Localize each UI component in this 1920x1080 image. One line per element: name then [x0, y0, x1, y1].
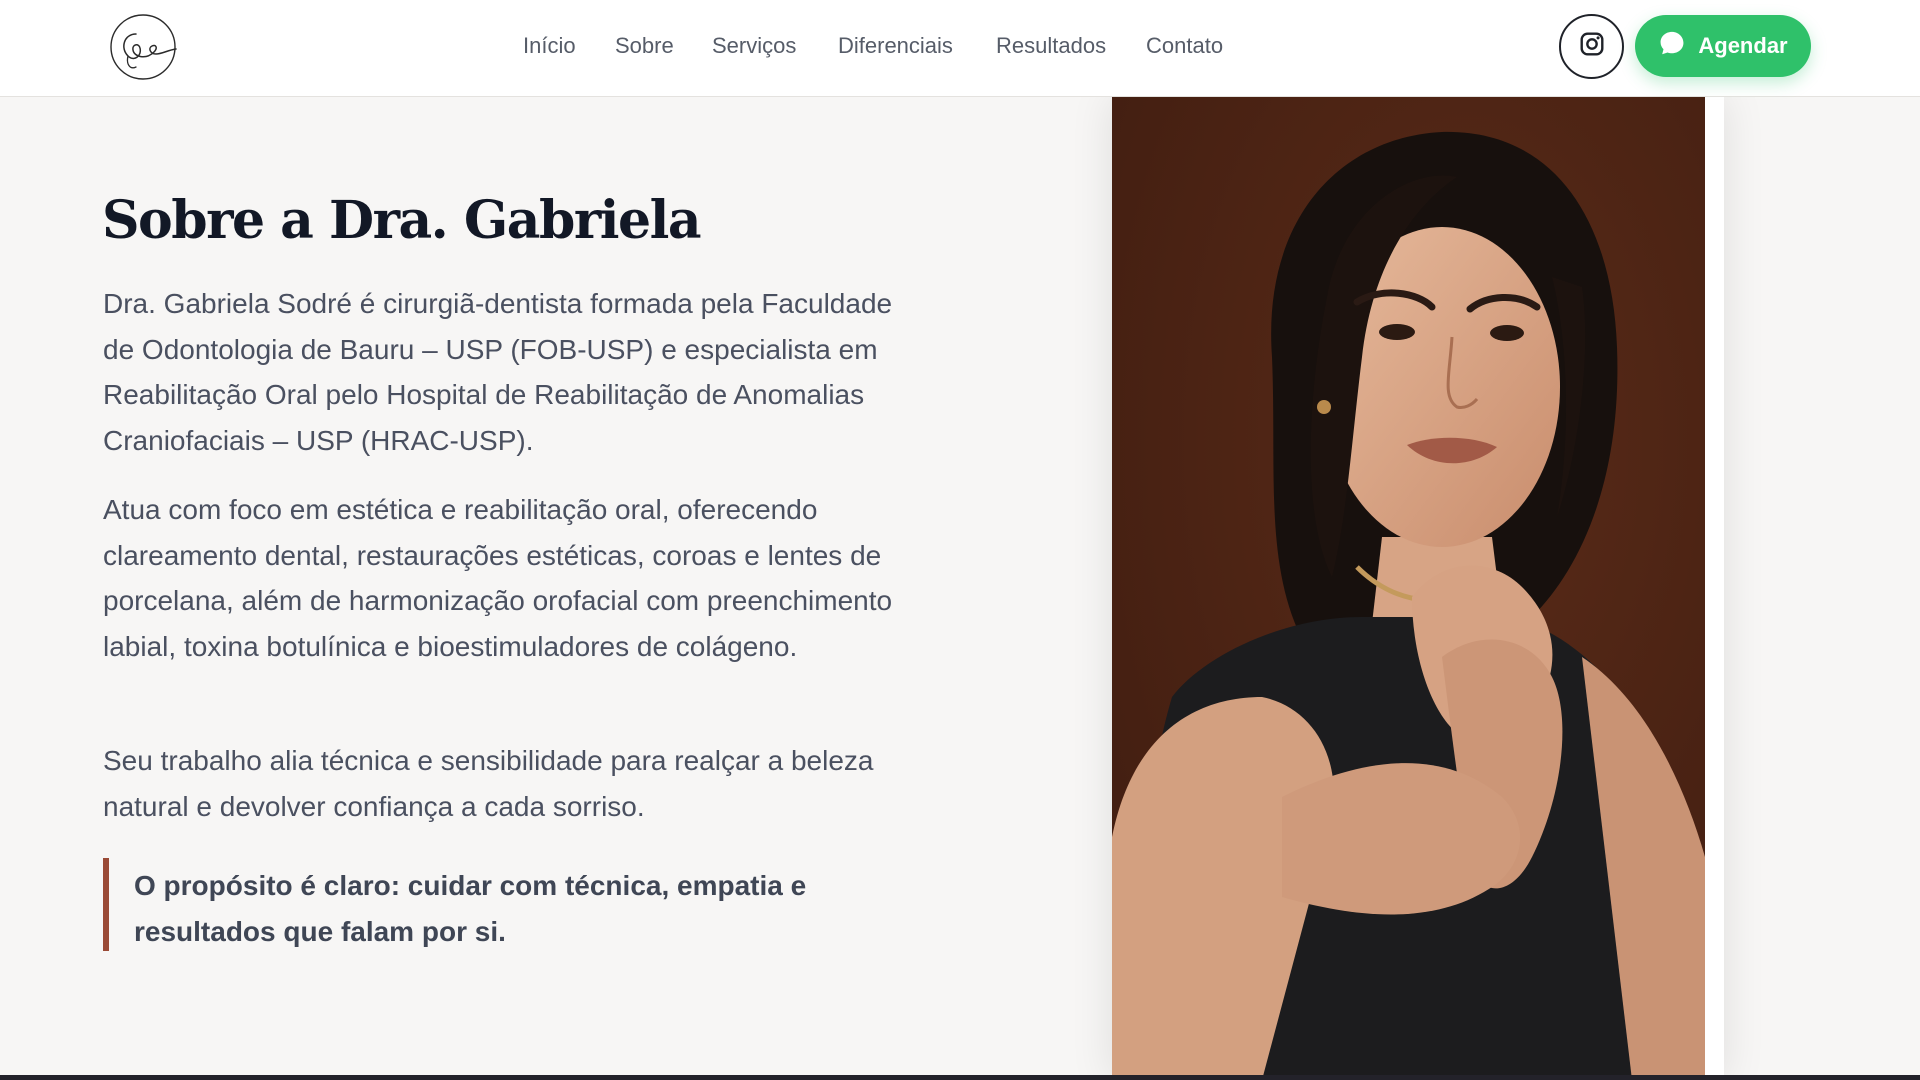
about-paragraph-1: Dra. Gabriela Sodré é cirurgiã-dentista … — [103, 288, 893, 456]
nav-link-contato[interactable]: Contato — [1146, 33, 1223, 59]
bottom-edge — [0, 1075, 1920, 1080]
nav-link-inicio[interactable]: Início — [523, 33, 576, 59]
chat-bubble-icon — [1658, 29, 1686, 63]
nav-link-sobre[interactable]: Sobre — [615, 33, 674, 59]
nav-link-resultados[interactable]: Resultados — [996, 33, 1106, 59]
schedule-button[interactable]: Agendar — [1635, 15, 1811, 77]
purpose-quote: O propósito é claro: cuidar com técnica,… — [103, 858, 863, 951]
section-title: Sobre a Dra. Gabriela — [102, 190, 702, 251]
about-paragraph-3: Seu trabalho alia técnica e sensibilidad… — [103, 745, 874, 822]
portrait-frame — [1112, 97, 1724, 1080]
signature-logo[interactable] — [106, 12, 180, 82]
site-header: Início Sobre Serviços Diferenciais Resul… — [0, 0, 1920, 97]
nav-link-servicos[interactable]: Serviços — [712, 33, 796, 59]
about-paragraph-2: Atua com foco em estética e reabilitação… — [103, 494, 893, 662]
instagram-icon — [1579, 31, 1605, 62]
schedule-button-label: Agendar — [1698, 33, 1788, 58]
portrait-photo — [1112, 97, 1705, 1080]
nav-link-diferenciais[interactable]: Diferenciais — [838, 33, 953, 59]
instagram-button[interactable] — [1559, 14, 1624, 79]
